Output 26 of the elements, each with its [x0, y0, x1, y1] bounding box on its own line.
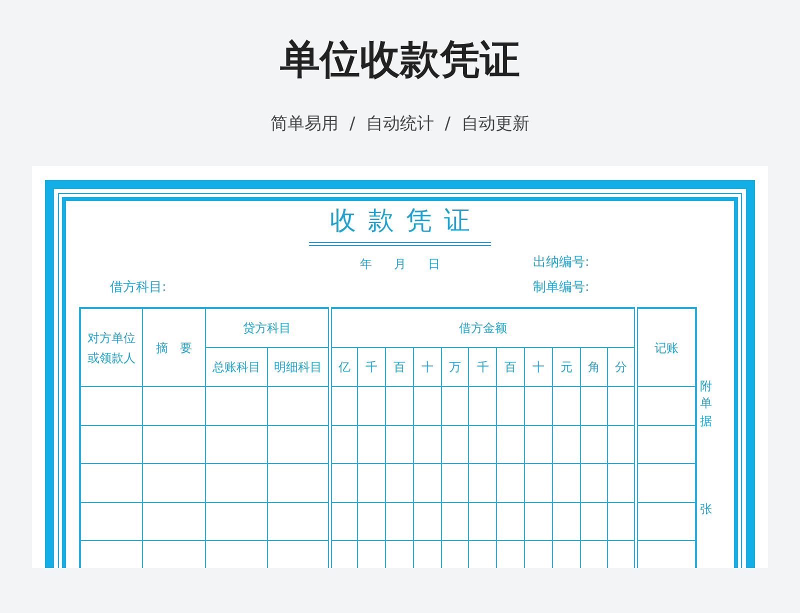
table-header: 百 [496, 348, 525, 386]
voucher-number-label: 制单编号: [533, 279, 590, 296]
cashier-number-label: 出纳编号: [533, 254, 590, 271]
date-label: 日 [428, 256, 440, 272]
table-header: 千 [358, 348, 386, 386]
table-header: 摘 要 [142, 308, 205, 386]
table-header: 十 [524, 348, 552, 386]
date-label: 年 [360, 256, 372, 272]
table-header: 借方金额 [330, 308, 636, 348]
table-header: 百 [386, 348, 414, 386]
table-header: 总账科目 [205, 348, 268, 386]
date-label: 月 [394, 256, 406, 272]
attachment-label: 张 [700, 501, 712, 518]
voucher-title: 收款凭证 [309, 203, 491, 246]
table-header: 万 [441, 348, 469, 386]
debit-account-label: 借方科目: [110, 279, 168, 296]
page-subtitle: 简单易用 / 自动统计 / 自动更新 [270, 113, 530, 135]
table-header: 记账 [636, 308, 696, 386]
table-header: 亿 [330, 348, 358, 386]
table-header: 角 [580, 348, 608, 386]
attachment-label: 附单据 [700, 378, 712, 430]
table-header: 元 [552, 348, 580, 386]
table-header: 对方单位或领款人 [80, 308, 142, 386]
table-header: 千 [468, 348, 497, 386]
table-header: 十 [413, 348, 442, 386]
page-title: 单位收款凭证 [280, 36, 520, 84]
